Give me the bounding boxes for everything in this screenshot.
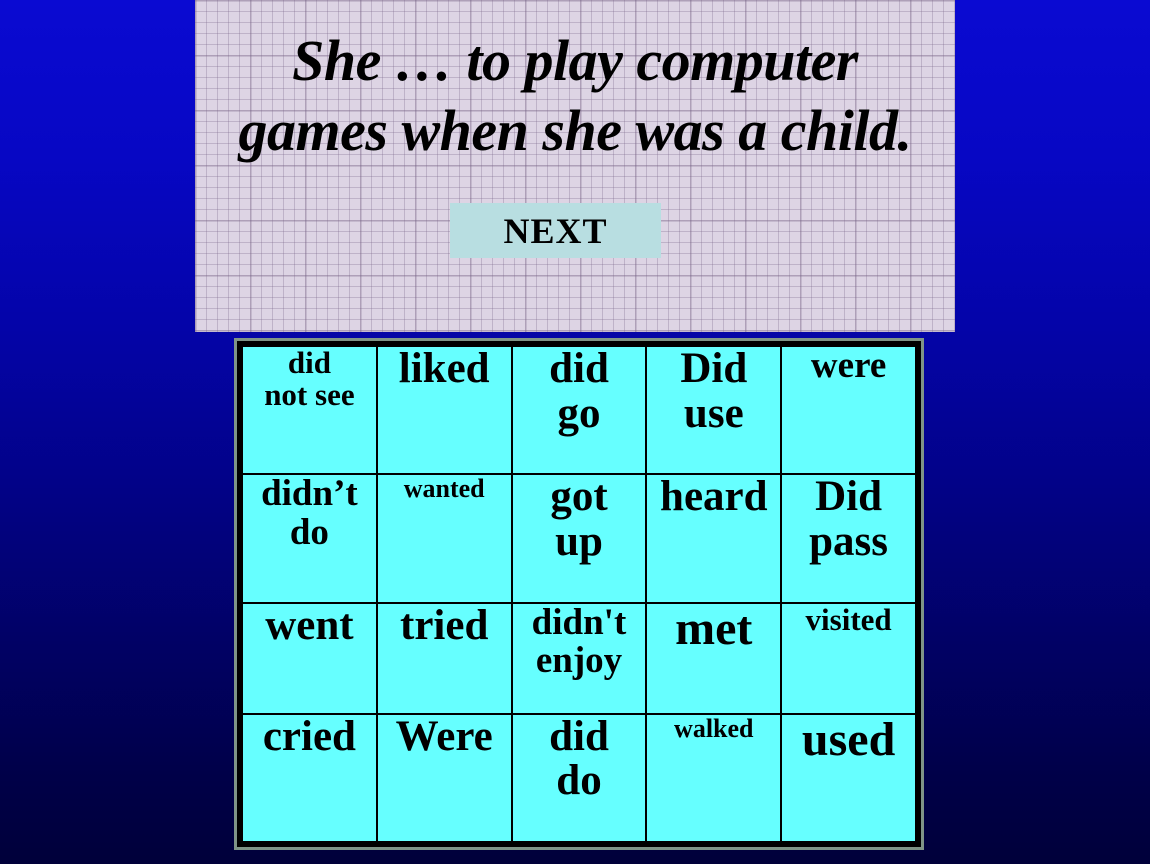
answer-cell-label: wanted [403, 474, 485, 504]
answer-cell-label: did do [549, 713, 609, 805]
answer-cell[interactable]: Were [375, 712, 513, 844]
answer-cell-label: didn't enjoy [531, 602, 627, 682]
answer-cell-label: liked [398, 346, 490, 392]
answer-cell-label: met [675, 602, 753, 655]
answer-cell-label: Did pass [809, 474, 889, 566]
answer-cell[interactable]: wanted [375, 473, 513, 604]
answer-cell-label: used [801, 713, 896, 766]
answer-cell-label: visited [805, 602, 892, 637]
answer-cell[interactable]: Did use [645, 344, 783, 476]
answer-cell-label: were [810, 346, 887, 386]
grid-row: cried Were did do walked used [241, 712, 917, 844]
answer-cell[interactable]: were [780, 344, 917, 476]
answer-cell-label: tried [400, 602, 489, 649]
next-button-label: NEXT [503, 210, 608, 251]
answer-cell[interactable]: did go [510, 344, 648, 476]
answer-cell[interactable]: heard [645, 473, 783, 604]
answer-cell-label: did go [549, 346, 609, 437]
answer-cell[interactable]: tried [375, 601, 513, 715]
grid-row: went tried didn't enjoy met visited [241, 601, 917, 715]
answer-cell[interactable]: got up [510, 473, 648, 604]
answer-grid-inner: did not see liked did go Did use were didn’t … [237, 341, 921, 847]
grid-row: did not see liked did go Did use were [241, 344, 917, 476]
next-button[interactable]: NEXT [450, 203, 661, 258]
answer-cell[interactable]: did not see [241, 344, 378, 476]
answer-cell[interactable]: did do [510, 712, 648, 844]
answer-cell-label: got up [550, 474, 608, 566]
answer-cell-label: cried [262, 713, 356, 760]
grid-row: didn’t do wanted got up heard Did pass [241, 473, 917, 604]
answer-cell-label: walked [674, 713, 754, 743]
answer-cell-label: heard [660, 474, 768, 521]
answer-cell-label: did not see [264, 346, 355, 413]
answer-cell[interactable]: used [780, 712, 917, 844]
answer-cell[interactable]: liked [375, 344, 513, 476]
answer-grid: did not see liked did go Did use were didn’t … [241, 344, 917, 844]
question-panel: She … to play computer games when she wa… [195, 0, 955, 332]
answer-cell[interactable]: cried [241, 712, 378, 844]
answer-cell-label: Did use [680, 346, 748, 437]
answer-cell[interactable]: Did pass [780, 473, 917, 604]
answer-cell[interactable]: visited [780, 601, 917, 715]
answer-cell[interactable]: didn't enjoy [510, 601, 648, 715]
answer-cell[interactable]: walked [645, 712, 783, 844]
answer-grid-frame: did not see liked did go Did use were didn’t … [234, 338, 924, 850]
answer-cell-label: didn’t do [261, 474, 358, 553]
answer-cell[interactable]: went [241, 601, 378, 715]
slide-canvas: She … to play computer games when she wa… [0, 0, 1150, 864]
answer-cell-label: Were [395, 713, 493, 760]
page-title: She … to play computer games when she wa… [238, 28, 912, 163]
answer-cell[interactable]: didn’t do [241, 473, 378, 604]
answer-cell[interactable]: met [645, 601, 783, 715]
answer-cell-label: went [265, 602, 354, 649]
